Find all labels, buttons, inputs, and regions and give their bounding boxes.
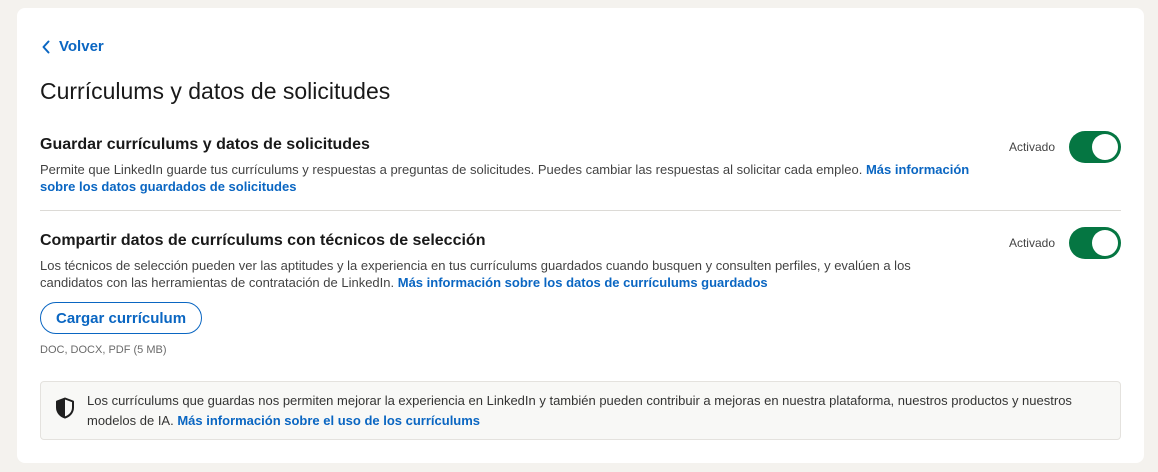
setting-heading: Guardar currículums y datos de solicitud… — [40, 136, 370, 153]
info-box: Los currículums que guardas nos permiten… — [40, 381, 1121, 440]
toggle-knob — [1092, 230, 1118, 256]
settings-card: Volver Currículums y datos de solicitude… — [17, 8, 1144, 463]
setting-description: Permite que LinkedIn guarde tus currícul… — [40, 161, 970, 195]
toggle-group: Activado — [1009, 131, 1121, 163]
setting-heading: Compartir datos de currículums con técni… — [40, 232, 486, 249]
back-label: Volver — [59, 38, 104, 55]
setting-description: Los técnicos de selección pueden ver las… — [40, 257, 970, 291]
learn-more-resume-usage-link[interactable]: Más información sobre el uso de los curr… — [177, 413, 480, 428]
shield-icon — [55, 397, 75, 424]
share-resumes-toggle[interactable] — [1069, 227, 1121, 259]
setting-save-resumes: Guardar currículums y datos de solicitud… — [40, 131, 1121, 195]
back-link[interactable]: Volver — [41, 38, 104, 55]
learn-more-resume-data-link[interactable]: Más información sobre los datos de currí… — [398, 275, 768, 290]
toggle-status-label: Activado — [1008, 236, 1055, 250]
setting-share-with-recruiters: Compartir datos de currículums con técni… — [40, 227, 1121, 291]
toggle-group: Activado — [1009, 227, 1121, 259]
chevron-left-icon — [41, 40, 51, 54]
upload-formats-hint: DOC, DOCX, PDF (5 MB) — [40, 344, 167, 356]
toggle-knob — [1092, 134, 1118, 160]
toggle-status-label: Activado — [1008, 140, 1055, 154]
save-resumes-toggle[interactable] — [1069, 131, 1121, 163]
page-title: Currículums y datos de solicitudes — [40, 78, 391, 104]
description-text: Permite que LinkedIn guarde tus currícul… — [40, 162, 863, 177]
upload-resume-button[interactable]: Cargar currículum — [40, 302, 203, 334]
divider — [40, 210, 1121, 211]
info-text: Los currículums que guardas nos permiten… — [87, 391, 1097, 431]
